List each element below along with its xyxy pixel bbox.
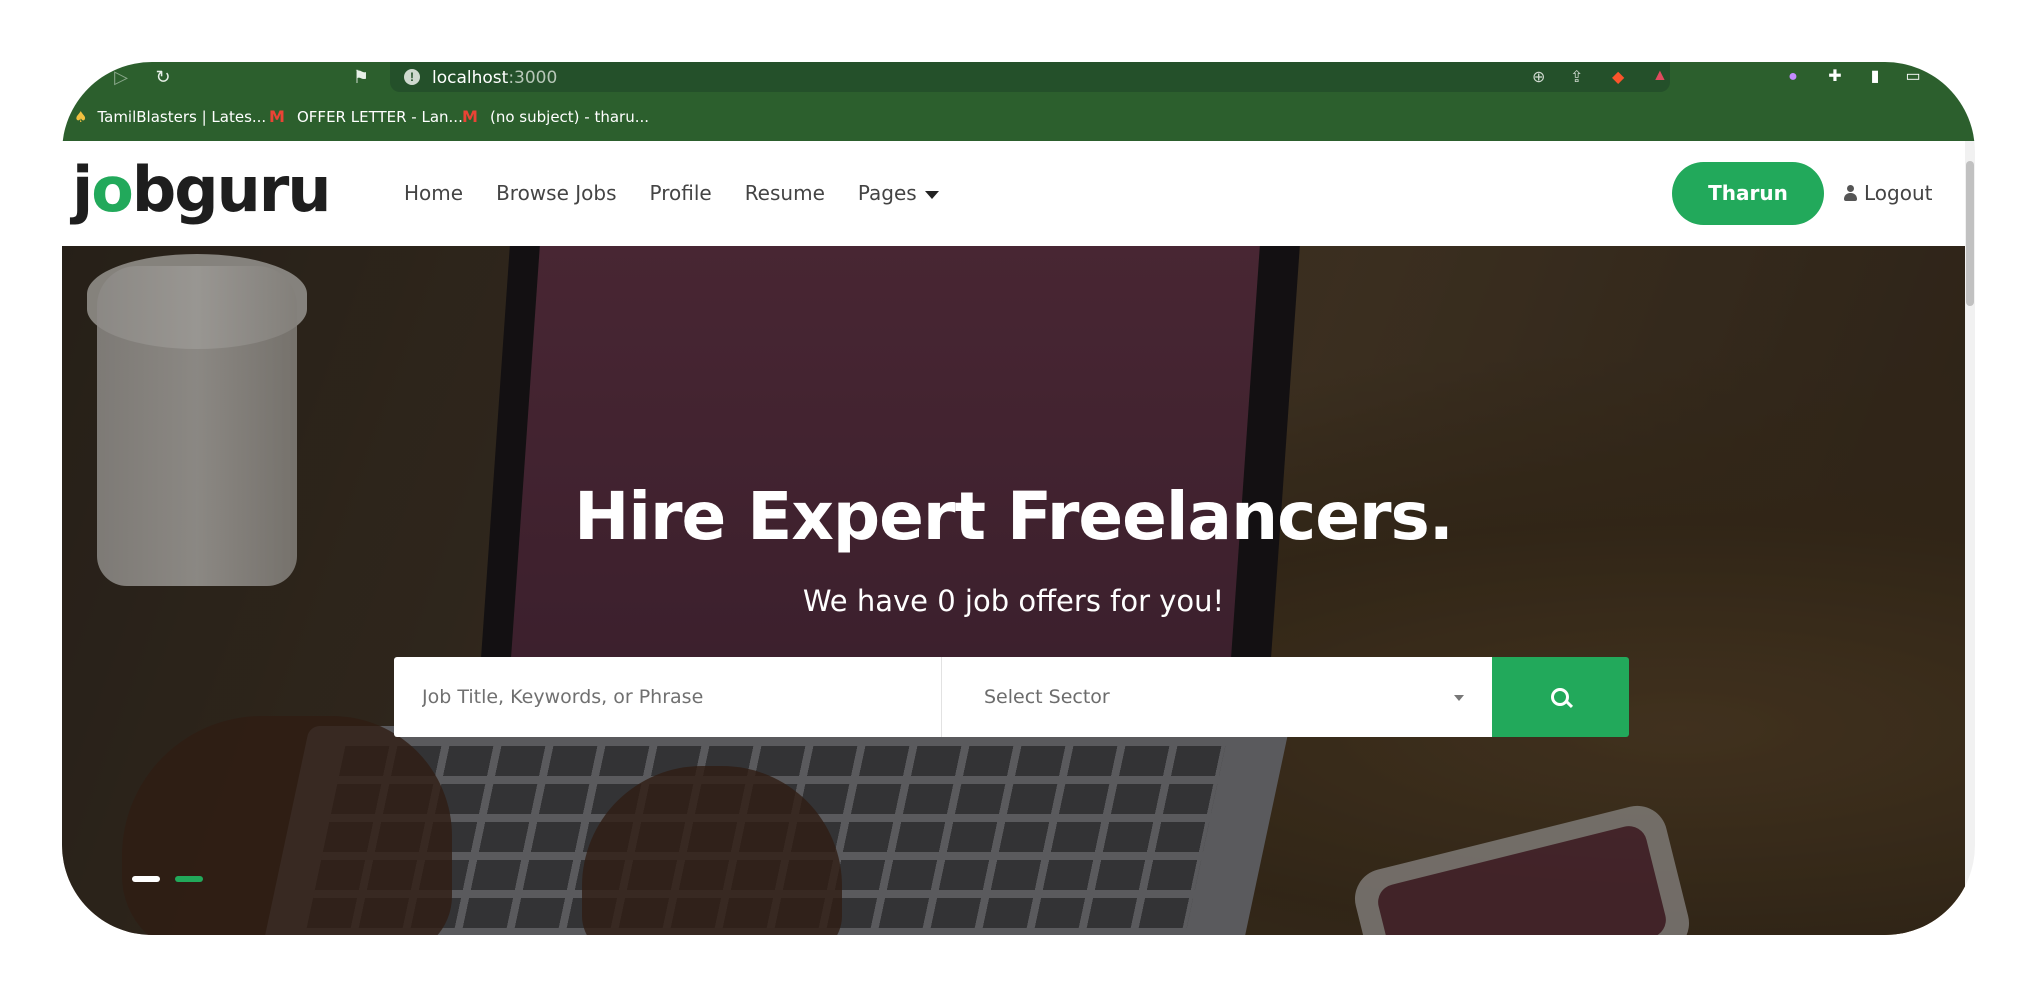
job-search-form: Select Sector [394,657,1629,737]
brave-rewards-icon[interactable]: ▲ [1652,67,1668,85]
user-icon [1844,185,1857,201]
bookmark-label: (no subject) - tharu... [490,108,650,126]
site-navbar: jobguru Home Browse Jobs Profile Resume … [62,141,1965,246]
address-url[interactable]: localhost:3000 [432,68,557,88]
browser-window: ▷ ↻ ⚑ ! localhost:3000 ⊕ ⇪ ◆ ▲ ● ✚ ▮ ▭ ♠… [62,62,1975,935]
nav-pages-label: Pages [857,181,917,205]
bookmark-item[interactable]: (no subject) - tharu... [462,107,650,126]
nav-browse-jobs[interactable]: Browse Jobs [496,181,616,205]
forward-icon[interactable]: ▷ [110,66,132,88]
address-bar[interactable]: ! localhost:3000 ⊕ ⇪ ◆ ▲ [390,62,1670,92]
user-profile-button[interactable]: Tharun [1672,162,1824,225]
gmail-icon [269,107,287,126]
bookmarks-bar: ♠ TamilBlasters | Lates... OFFER LETTER -… [62,100,1975,134]
brave-shield-icon[interactable]: ◆ [1612,67,1624,87]
job-keyword-input[interactable] [394,657,942,737]
logo-text: bguru [131,153,332,226]
sector-select-value: Select Sector [984,686,1110,708]
bookmark-favicon-icon: ♠ [74,108,88,126]
bookmark-item[interactable]: OFFER LETTER - Lan... [269,107,463,126]
nav-resume[interactable]: Resume [745,181,825,205]
sector-select[interactable]: Select Sector [942,657,1492,737]
search-icon [1551,688,1569,706]
browser-chrome: ▷ ↻ ⚑ ! localhost:3000 ⊕ ⇪ ◆ ▲ ● ✚ ▮ ▭ ♠… [62,62,1975,141]
search-button[interactable] [1492,657,1629,737]
extensions-puzzle-icon[interactable]: ✚ [1824,66,1846,88]
url-host: localhost [432,68,509,88]
main-menu: Home Browse Jobs Profile Resume Pages [404,181,972,205]
bookmark-item[interactable]: ♠ TamilBlasters | Lates... [74,108,266,126]
browser-toolbar: ▷ ↻ ⚑ ! localhost:3000 ⊕ ⇪ ◆ ▲ ● ✚ ▮ ▭ [62,62,1975,92]
hero-banner: Hire Expert Freelancers. We have 0 job o… [62,246,1965,935]
url-port: :3000 [508,68,558,88]
nav-profile[interactable]: Profile [650,181,712,205]
chevron-down-icon [1454,695,1464,701]
scrollbar-thumb[interactable] [1966,161,1974,306]
logout-link[interactable]: Logout [1844,181,1932,205]
hero-subtitle: We have 0 job offers for you! [802,584,1225,618]
zoom-icon[interactable]: ⊕ [1532,67,1545,87]
site-logo[interactable]: jobguru [72,153,332,226]
sidebar-icon[interactable]: ▮ [1864,66,1886,88]
extension-icon[interactable]: ● [1782,66,1804,88]
wallet-icon[interactable]: ▭ [1902,66,1924,88]
site-info-icon[interactable]: ! [404,69,420,85]
share-icon[interactable]: ⇪ [1570,67,1583,87]
bookmark-label: TamilBlasters | Lates... [97,108,267,126]
nav-home[interactable]: Home [404,181,463,205]
slider-pagination [132,876,203,882]
logout-label: Logout [1864,181,1933,205]
slider-dot-active[interactable] [175,876,203,882]
slider-dot[interactable] [132,876,160,882]
bookmark-label: OFFER LETTER - Lan... [297,108,463,126]
nav-pages[interactable]: Pages [858,181,939,205]
logo-text: j [72,153,93,226]
logo-accent: o [91,153,134,226]
page-scrollbar[interactable] [1965,141,1975,935]
gmail-icon [462,107,480,126]
hero-title: Hire Expert Freelancers. [574,478,1454,555]
bookmark-icon[interactable]: ⚑ [350,66,372,88]
reload-icon[interactable]: ↻ [152,66,174,88]
caret-down-icon [924,190,939,199]
